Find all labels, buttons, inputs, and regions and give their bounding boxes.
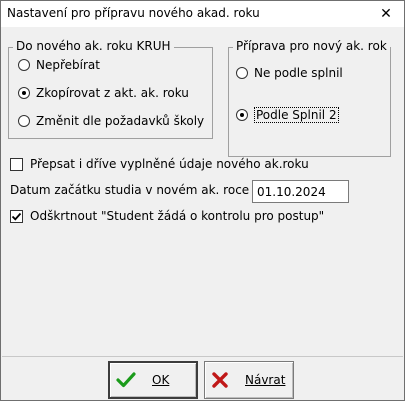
radio-neprebirat-label: Nepřebírat bbox=[36, 58, 100, 72]
separator bbox=[2, 356, 403, 357]
radio-circle bbox=[18, 115, 30, 127]
overwrite-checkbox[interactable]: Přepsat i dříve vyplněné údaje nového ak… bbox=[10, 157, 309, 171]
start-date-label: Datum začátku studia v novém ak. roce bbox=[10, 183, 250, 197]
group-priprava-legend: Příprava pro nový ak. rok bbox=[233, 39, 390, 53]
radio-circle-selected bbox=[18, 87, 30, 99]
title-bar: Nastavení pro přípravu nového akad. roku… bbox=[1, 1, 404, 27]
close-button[interactable]: ✕ bbox=[368, 1, 404, 27]
radio-ne-podle-splnil[interactable]: Ne podle splnil bbox=[236, 66, 343, 80]
checkbox-box bbox=[10, 157, 23, 171]
back-button[interactable]: Návrat bbox=[204, 361, 294, 399]
ok-button-label: OK bbox=[152, 373, 170, 387]
group-priprava: Příprava pro nový ak. rok Ne podle splni… bbox=[228, 39, 391, 157]
close-icon: ✕ bbox=[380, 6, 392, 22]
radio-zmenit[interactable]: Změnit dle požadavků školy bbox=[18, 114, 204, 128]
checkbox-box-checked bbox=[10, 209, 23, 223]
red-cross-icon bbox=[212, 372, 228, 388]
back-button-label: Návrat bbox=[245, 373, 286, 387]
radio-ne-podle-splnil-label: Ne podle splnil bbox=[254, 66, 343, 80]
radio-circle-selected bbox=[236, 109, 248, 121]
window-title: Nastavení pro přípravu nového akad. roku bbox=[7, 6, 260, 20]
overwrite-checkbox-label: Přepsat i dříve vyplněné údaje nového ak… bbox=[30, 157, 309, 171]
group-kruh: Do nového ak. roku KRUH Nepřebírat Zkopí… bbox=[8, 39, 213, 139]
radio-podle-splnil-2[interactable]: Podle Splnil 2 bbox=[236, 107, 339, 123]
checkmark-icon bbox=[11, 212, 22, 221]
radio-circle bbox=[236, 67, 248, 79]
radio-zkopirovat-label: Zkopírovat z akt. ak. roku bbox=[36, 86, 189, 100]
radio-neprebirat[interactable]: Nepřebírat bbox=[18, 58, 100, 72]
radio-circle bbox=[18, 59, 30, 71]
uncheck-request-checkbox-label: Odškrtnout "Student žádá o kontrolu pro … bbox=[30, 209, 325, 223]
ok-button[interactable]: OK bbox=[108, 361, 198, 399]
dialog-window: Nastavení pro přípravu nového akad. roku… bbox=[0, 0, 405, 401]
radio-podle-splnil-2-label: Podle Splnil 2 bbox=[254, 107, 339, 123]
group-kruh-legend: Do nového ak. roku KRUH bbox=[13, 39, 174, 53]
start-date-input[interactable] bbox=[252, 180, 349, 203]
green-checkmark-icon bbox=[116, 372, 136, 388]
uncheck-request-checkbox[interactable]: Odškrtnout "Student žádá o kontrolu pro … bbox=[10, 209, 324, 223]
radio-zmenit-label: Změnit dle požadavků školy bbox=[36, 114, 205, 128]
radio-zkopirovat[interactable]: Zkopírovat z akt. ak. roku bbox=[18, 86, 189, 100]
